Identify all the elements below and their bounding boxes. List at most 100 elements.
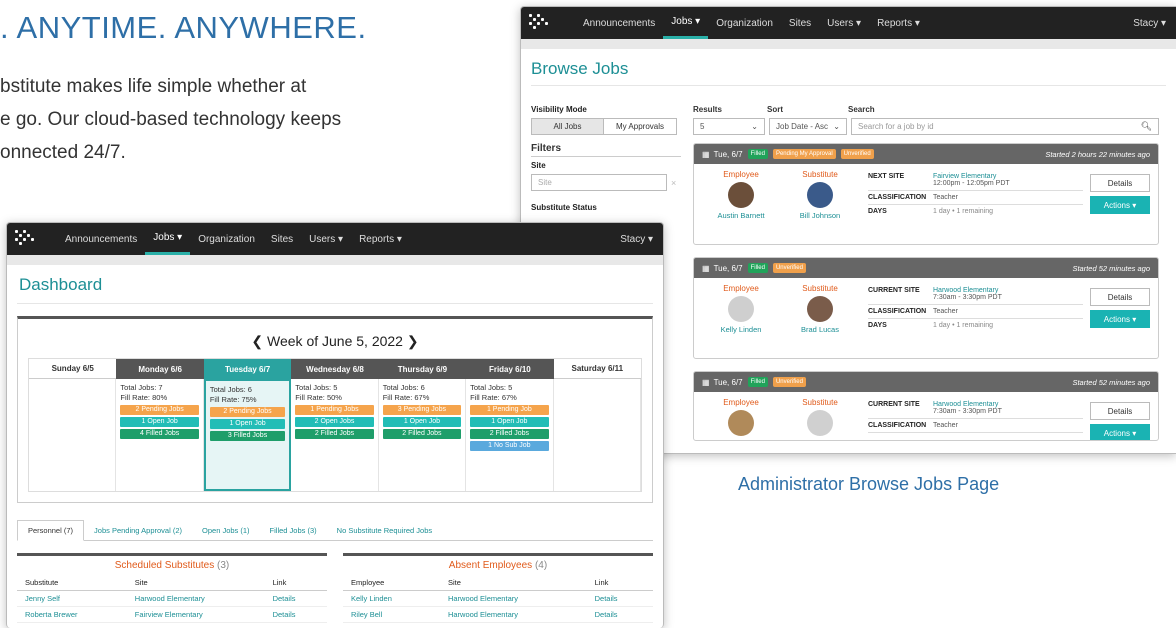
table-cell-link[interactable]: Riley Bell xyxy=(343,606,440,623)
actions-button[interactable]: Actions ▾ xyxy=(1090,196,1150,214)
job-pill[interactable]: 2 Filled Jobs xyxy=(382,429,462,439)
nav-sites[interactable]: Sites xyxy=(263,223,301,255)
tab-filled-jobs[interactable]: Filled Jobs (3) xyxy=(260,521,327,540)
job-time: 7:30am - 3:30pm PDT xyxy=(933,408,1002,415)
day-header[interactable]: Sunday 6/5 xyxy=(29,359,117,379)
table-cell-link[interactable]: Jenny Self xyxy=(17,590,127,607)
nav-organization[interactable]: Organization xyxy=(708,7,781,39)
tab-pending-approval[interactable]: Jobs Pending Approval (2) xyxy=(84,521,192,540)
day-header[interactable]: Monday 6/6 xyxy=(116,359,204,379)
substitute-name[interactable]: Brad Lucas xyxy=(780,325,860,334)
job-pill[interactable]: 3 Filled Jobs xyxy=(209,431,286,441)
tab-open-jobs[interactable]: Open Jobs (1) xyxy=(192,521,260,540)
day-cell[interactable]: Total Jobs: 5 Fill Rate: 50% 1 Pending Job… xyxy=(291,379,379,491)
employee-name[interactable]: Austin Barnett xyxy=(702,211,780,220)
site-link[interactable]: Fairview Elementary xyxy=(933,173,996,180)
nav-announcements[interactable]: Announcements xyxy=(57,223,145,255)
table-cell-link[interactable]: Details xyxy=(586,606,653,623)
job-pill[interactable]: 2 Open Jobs xyxy=(295,417,374,427)
nav-reports[interactable]: Reports ▾ xyxy=(869,7,928,39)
results-label: Results xyxy=(693,105,722,114)
employee-block: Employee xyxy=(702,398,780,440)
job-pill[interactable]: 4 Filled Jobs xyxy=(120,429,199,439)
table-cell-link[interactable]: Roberta Brewer xyxy=(17,606,127,623)
nav-reports[interactable]: Reports ▾ xyxy=(351,223,410,255)
day-cell[interactable]: Total Jobs: 6 Fill Rate: 67% 3 Pending Job… xyxy=(379,379,467,491)
chevron-left-icon[interactable]: ❮ xyxy=(251,333,263,349)
job-pill[interactable]: 2 Pending Jobs xyxy=(120,405,199,415)
day-header[interactable]: Wednesday 6/8 xyxy=(291,359,379,379)
day-header[interactable]: Tuesday 6/7 xyxy=(203,359,292,379)
day-header[interactable]: Thursday 6/9 xyxy=(378,359,467,379)
my-approvals-toggle[interactable]: My Approvals xyxy=(604,118,677,135)
day-cell[interactable] xyxy=(29,379,117,491)
hero-line: e go. Our cloud-based technology keeps xyxy=(0,109,342,130)
column-header: Site xyxy=(126,575,265,591)
user-menu[interactable]: Stacy ▾ xyxy=(1133,18,1176,29)
details-button[interactable]: Details xyxy=(1090,174,1150,192)
day-header[interactable]: Friday 6/10 xyxy=(466,359,554,379)
job-pill[interactable]: 1 Pending Job xyxy=(470,405,549,415)
status-badge: Filled xyxy=(747,377,768,387)
job-pill[interactable]: 1 No Sub Job xyxy=(470,441,549,451)
table-cell-link[interactable]: Fairview Elementary xyxy=(126,606,265,623)
sub-status-label: Substitute Status xyxy=(531,203,597,212)
results-select[interactable]: 5 ⌄ xyxy=(693,118,765,135)
sort-select[interactable]: Job Date - Asc ⌄ xyxy=(769,118,847,135)
search-input[interactable]: Search for a job by id 🔍︎ xyxy=(851,118,1159,135)
job-pill[interactable]: 2 Pending Jobs xyxy=(209,407,286,417)
day-cell[interactable]: Total Jobs: 7 Fill Rate: 80% 2 Pending Job… xyxy=(116,379,204,491)
clear-icon[interactable]: × xyxy=(671,178,676,188)
job-pill[interactable]: 1 Pending Jobs xyxy=(295,405,374,415)
search-icon[interactable]: 🔍︎ xyxy=(1141,121,1152,132)
chevron-right-icon[interactable]: ❯ xyxy=(407,333,419,349)
job-pill[interactable]: 1 Open Job xyxy=(382,417,462,427)
employee-block: Employee Austin Barnett xyxy=(702,170,780,220)
day-cell[interactable] xyxy=(554,379,641,491)
nav-jobs[interactable]: Jobs ▾ xyxy=(663,7,709,39)
tab-no-sub-required[interactable]: No Substitute Required Jobs xyxy=(327,521,442,540)
site-link[interactable]: Harwood Elementary xyxy=(933,401,998,408)
avatar xyxy=(728,296,754,322)
table-cell-link[interactable]: Details xyxy=(264,590,327,607)
nav-announcements[interactable]: Announcements xyxy=(575,7,663,39)
site-link[interactable]: Harwood Elementary xyxy=(933,287,998,294)
day-header[interactable]: Saturday 6/11 xyxy=(553,359,641,379)
table-cell-link[interactable]: Harwood Elementary xyxy=(126,590,265,607)
site-input[interactable]: Site xyxy=(531,174,667,191)
job-pill[interactable]: 2 Filled Jobs xyxy=(295,429,374,439)
job-list: ▦ Tue, 6/7 Filled Pending My Approval Unve… xyxy=(693,143,1159,441)
substitute-block: Substitute Brad Lucas xyxy=(780,284,860,334)
column-header: Site xyxy=(439,575,587,591)
hero-body: bstitute makes life simple whether at e … xyxy=(0,70,450,169)
job-pill[interactable]: 1 Open Job xyxy=(120,417,199,427)
table-cell-link[interactable]: Kelly Linden xyxy=(343,590,440,607)
actions-button[interactable]: Actions ▾ xyxy=(1090,310,1150,328)
table-cell-link[interactable]: Details xyxy=(586,590,653,607)
job-card: ▦ Tue, 6/7 Filled Unverified Started 52 m… xyxy=(693,257,1159,359)
table-cell-link[interactable]: Harwood Elementary xyxy=(439,606,587,623)
details-button[interactable]: Details xyxy=(1090,288,1150,306)
top-nav: Announcements Jobs ▾ Organization Sites … xyxy=(521,7,1176,39)
tab-personnel[interactable]: Personnel (7) xyxy=(17,520,85,541)
day-cell[interactable]: Total Jobs: 6 Fill Rate: 75% 2 Pending Job… xyxy=(203,379,292,491)
all-jobs-toggle[interactable]: All Jobs xyxy=(531,118,604,135)
days-key: DAYS xyxy=(868,208,887,215)
nav-users[interactable]: Users ▾ xyxy=(301,223,351,255)
nav-organization[interactable]: Organization xyxy=(190,223,263,255)
user-menu[interactable]: Stacy ▾ xyxy=(620,234,663,245)
actions-button[interactable]: Actions ▾ xyxy=(1090,424,1150,440)
day-cell[interactable]: Total Jobs: 5 Fill Rate: 67% 1 Pending Job… xyxy=(466,379,554,491)
details-button[interactable]: Details xyxy=(1090,402,1150,420)
nav-sites[interactable]: Sites xyxy=(781,7,819,39)
nav-jobs[interactable]: Jobs ▾ xyxy=(145,223,191,255)
table-cell-link[interactable]: Harwood Elementary xyxy=(439,590,587,607)
substitute-name[interactable]: Bill Johnson xyxy=(780,211,860,220)
table-cell-link[interactable]: Details xyxy=(264,606,327,623)
job-pill[interactable]: 1 Open Job xyxy=(470,417,549,427)
nav-users[interactable]: Users ▾ xyxy=(819,7,869,39)
job-pill[interactable]: 2 Filled Jobs xyxy=(470,429,549,439)
employee-name[interactable]: Kelly Linden xyxy=(702,325,780,334)
job-pill[interactable]: 3 Pending Jobs xyxy=(382,405,462,415)
job-pill[interactable]: 1 Open Job xyxy=(209,419,286,429)
